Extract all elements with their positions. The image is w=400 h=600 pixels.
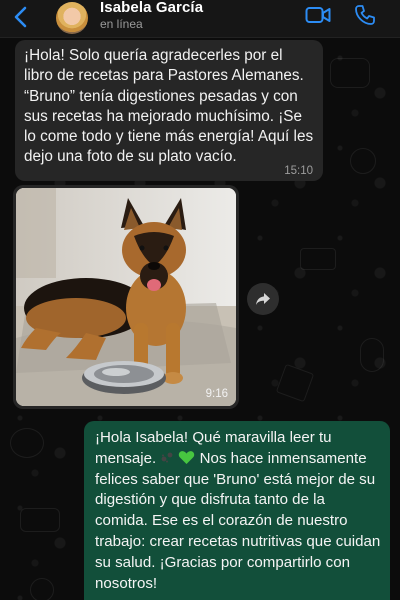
image-time: 9:16: [205, 388, 228, 400]
outgoing-message-text: ¡Hola Isabela! Qué maravilla leer tu men…: [95, 428, 381, 594]
forward-button[interactable]: [247, 283, 279, 315]
outgoing-message-bubble[interactable]: ¡Hola Isabela! Qué maravilla leer tu men…: [84, 421, 390, 600]
contact-name[interactable]: Isabela García: [100, 0, 203, 16]
paw-prints-icon: [162, 452, 173, 463]
message-text-part2: Nos hace inmensamente felices saber que …: [95, 449, 381, 592]
back-chevron-icon[interactable]: [12, 6, 30, 28]
incoming-message-bubble[interactable]: ¡Hola! Solo quería agradecerles por el l…: [15, 40, 323, 181]
contact-avatar[interactable]: [56, 2, 88, 34]
green-heart-icon: [179, 450, 195, 464]
phone-call-icon[interactable]: [354, 4, 376, 26]
incoming-image-bubble[interactable]: 9:16: [13, 185, 239, 409]
message-time: 15:10: [284, 165, 313, 177]
dog-photo[interactable]: 9:16: [16, 188, 236, 406]
video-call-icon[interactable]: [305, 6, 331, 24]
message-text: ¡Hola! Solo quería agradecerles por el l…: [24, 47, 314, 166]
forward-arrow-icon: [256, 293, 270, 305]
chat-header: Isabela García en línea: [0, 0, 400, 38]
contact-status: en línea: [100, 17, 143, 31]
dog-photo-illustration: [16, 188, 236, 406]
